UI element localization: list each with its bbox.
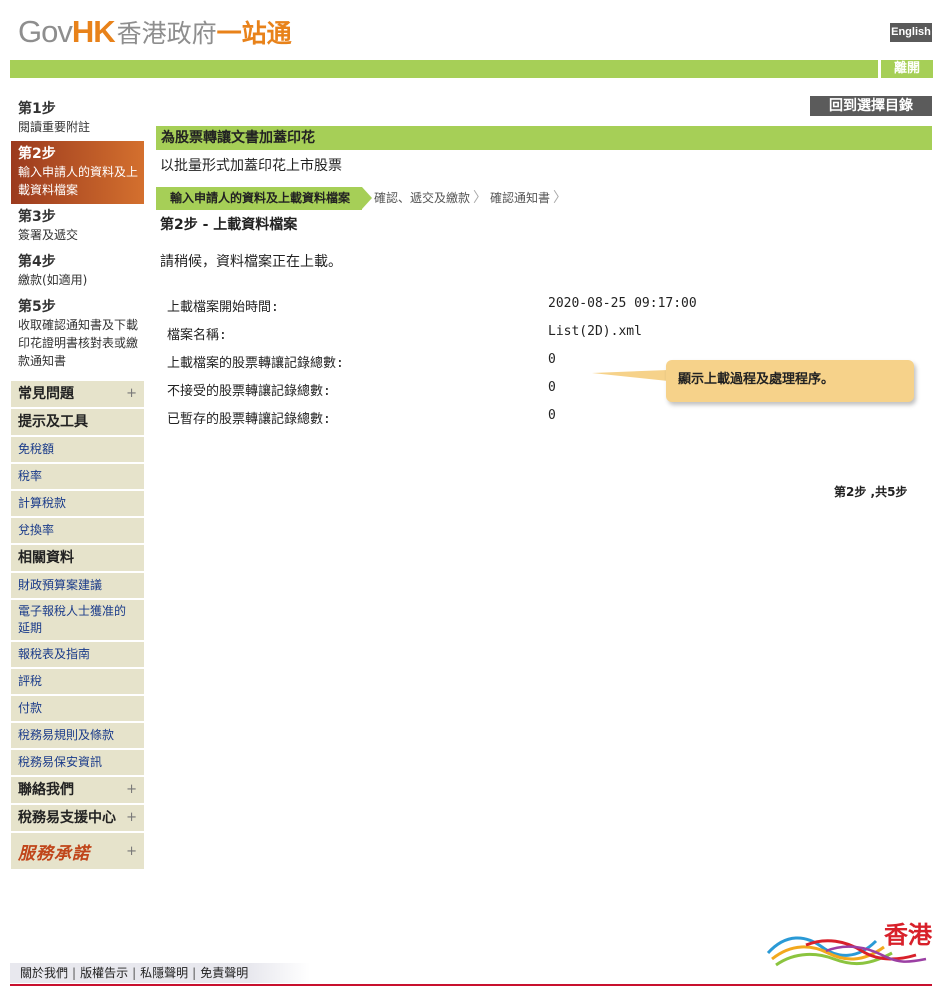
wait-message: 請稍候，資料檔案正在上載。 xyxy=(160,254,342,270)
progress-breadcrumb: 輸入申請人的資料及上載資料檔案 確認、遞交及繳款 確認通知書 xyxy=(156,187,567,210)
step-desc: 繳款(如適用) xyxy=(18,273,88,287)
sidebar-step-3[interactable]: 第3步 簽署及遞交 xyxy=(11,204,144,249)
footer-separator: | xyxy=(72,966,77,980)
info-value: 2020-08-25 09:17:00 xyxy=(548,296,697,311)
footer-divider xyxy=(10,984,932,986)
sidebar-step-5[interactable]: 第5步 收取確認通知書及下載印花證明書核對表或繳款通知書 xyxy=(11,294,144,375)
header-bar xyxy=(10,60,878,78)
expand-icon: + xyxy=(126,843,137,859)
related-heading-label: 相關資料 xyxy=(18,550,74,566)
logo-zh2-text: 一站通 xyxy=(216,19,292,48)
step-title: 第5步 xyxy=(18,299,56,315)
info-value: 0 xyxy=(548,408,556,423)
info-row-filename: 檔案名稱: List(2D).xml xyxy=(167,324,642,352)
step-title: 第3步 xyxy=(18,209,56,225)
info-value: 0 xyxy=(548,352,556,367)
nav-item-payment[interactable]: 付款 xyxy=(11,696,144,723)
brand-hong-kong-logo[interactable]: 香港 xyxy=(766,915,934,969)
nav-item-terms[interactable]: 稅務易規則及條款 xyxy=(11,723,144,750)
logo-hk-text: HK xyxy=(71,14,116,49)
step-desc: 收取確認通知書及下載印花證明書核對表或繳款通知書 xyxy=(18,318,139,368)
info-row-total-records: 上載檔案的股票轉讓記錄總數: 0 xyxy=(167,352,567,380)
faq-label: 常見問題 xyxy=(18,386,74,402)
info-label: 不接受的股票轉讓記錄總數: xyxy=(167,384,331,399)
footer-separator: | xyxy=(192,966,197,980)
logout-button[interactable]: 離開 xyxy=(881,60,933,78)
footer-link-about[interactable]: 關於我們 xyxy=(20,966,68,980)
support-label: 稅務易支援中心 xyxy=(18,810,116,826)
brand-text: 香港 xyxy=(884,921,932,949)
govhk-logo[interactable]: Gov HK 香港政府 一站通 xyxy=(18,14,292,54)
english-button[interactable]: English xyxy=(890,23,932,42)
nav-item-budget[interactable]: 財政預算案建議 xyxy=(11,573,144,600)
nav-item-tax-calculator[interactable]: 計算稅款 xyxy=(11,491,144,518)
info-row-start-time: 上載檔案開始時間: 2020-08-25 09:17:00 xyxy=(167,296,697,324)
nav-item-security[interactable]: 稅務易保安資訊 xyxy=(11,750,144,777)
expand-icon: + xyxy=(126,782,137,797)
sidebar-nav: 常見問題 + 提示及工具 免稅額 稅率 計算稅款 兌換率 相關資料 財政預算案建… xyxy=(11,381,144,869)
sidebar-step-1[interactable]: 第1步 閱讀重要附註 xyxy=(11,96,144,141)
support-link[interactable]: 稅務易支援中心 + xyxy=(11,805,144,833)
info-label: 檔案名稱: xyxy=(167,328,227,343)
sidebar-step-2[interactable]: 第2步 輸入申請人的資料及上載資料檔案 xyxy=(11,141,144,204)
info-label: 上載檔案開始時間: xyxy=(167,300,279,315)
footer-link-copyright[interactable]: 版權告示 xyxy=(80,966,128,980)
step-list: 第1步 閱讀重要附註 第2步 輸入申請人的資料及上載資料檔案 第3步 簽署及遞交… xyxy=(11,96,144,375)
contact-label: 聯絡我們 xyxy=(18,782,74,798)
contact-link[interactable]: 聯絡我們 + xyxy=(11,777,144,805)
footer-link-privacy[interactable]: 私隱聲明 xyxy=(140,966,188,980)
info-value: 0 xyxy=(548,380,556,395)
logo-gov-text: Gov xyxy=(18,14,73,49)
nav-item-exchange-rates[interactable]: 兌換率 xyxy=(11,518,144,545)
related-heading: 相關資料 xyxy=(11,545,144,573)
step-desc: 簽署及遞交 xyxy=(18,228,79,242)
info-label: 已暫存的股票轉讓記錄總數: xyxy=(167,412,331,427)
step-title: 第4步 xyxy=(18,254,56,270)
tips-heading-label: 提示及工具 xyxy=(18,414,88,430)
step-title: 第1步 xyxy=(18,101,56,117)
info-row-saved-records: 已暫存的股票轉讓記錄總數: 0 xyxy=(167,408,567,436)
info-value: List(2D).xml xyxy=(548,324,642,339)
expand-icon: + xyxy=(126,810,137,825)
service-pledge-label: 服務承諾 xyxy=(18,843,90,864)
faq-link[interactable]: 常見問題 + xyxy=(11,381,144,409)
step-title: 第2步 xyxy=(18,146,56,162)
nav-item-extension[interactable]: 電子報稅人士獲准的延期 xyxy=(11,600,144,642)
sidebar: 第1步 閱讀重要附註 第2步 輸入申請人的資料及上載資料檔案 第3步 簽署及遞交… xyxy=(11,96,144,869)
info-row-rejected-records: 不接受的股票轉讓記錄總數: 0 xyxy=(167,380,567,408)
tooltip-callout: 顯示上載過程及處理程序。 xyxy=(666,360,914,402)
upload-info-table: 上載檔案開始時間: 2020-08-25 09:17:00 檔案名稱: List… xyxy=(167,296,697,436)
nav-item-assessment[interactable]: 評稅 xyxy=(11,669,144,696)
page-title: 為股票轉讓文書加蓋印花 xyxy=(156,126,932,150)
service-pledge-link[interactable]: 服務承諾 + xyxy=(11,833,144,869)
step-heading: 第2步 - 上載資料檔案 xyxy=(160,217,298,233)
breadcrumb-step-confirm: 確認、遞交及繳款 xyxy=(362,187,487,210)
page-subtitle: 以批量形式加蓋印花上市股票 xyxy=(160,158,342,174)
footer-separator: | xyxy=(132,966,137,980)
step-desc: 閱讀重要附註 xyxy=(18,120,91,134)
breadcrumb-step-input: 輸入申請人的資料及上載資料檔案 xyxy=(156,187,373,210)
back-to-menu-button[interactable]: 回到選擇目錄 xyxy=(810,96,932,116)
breadcrumb-step-ack: 確認通知書 xyxy=(478,187,567,210)
footer-link-disclaimer[interactable]: 免責聲明 xyxy=(200,966,248,980)
nav-item-tax-rates[interactable]: 稅率 xyxy=(11,464,144,491)
tips-heading: 提示及工具 xyxy=(11,409,144,437)
nav-item-returns-guides[interactable]: 報稅表及指南 xyxy=(11,642,144,669)
sidebar-step-4[interactable]: 第4步 繳款(如適用) xyxy=(11,249,144,294)
callout-pointer xyxy=(592,370,668,381)
step-desc: 輸入申請人的資料及上載資料檔案 xyxy=(18,165,139,197)
footer-links: 關於我們 | 版權告示 | 私隱聲明 | 免責聲明 xyxy=(10,963,310,983)
info-label: 上載檔案的股票轉讓記錄總數: xyxy=(167,356,344,371)
expand-icon: + xyxy=(126,386,137,401)
step-counter: 第2步 ,共5步 xyxy=(834,485,908,499)
nav-item-allowances[interactable]: 免稅額 xyxy=(11,437,144,464)
logo-zh-text: 香港政府 xyxy=(116,19,217,48)
